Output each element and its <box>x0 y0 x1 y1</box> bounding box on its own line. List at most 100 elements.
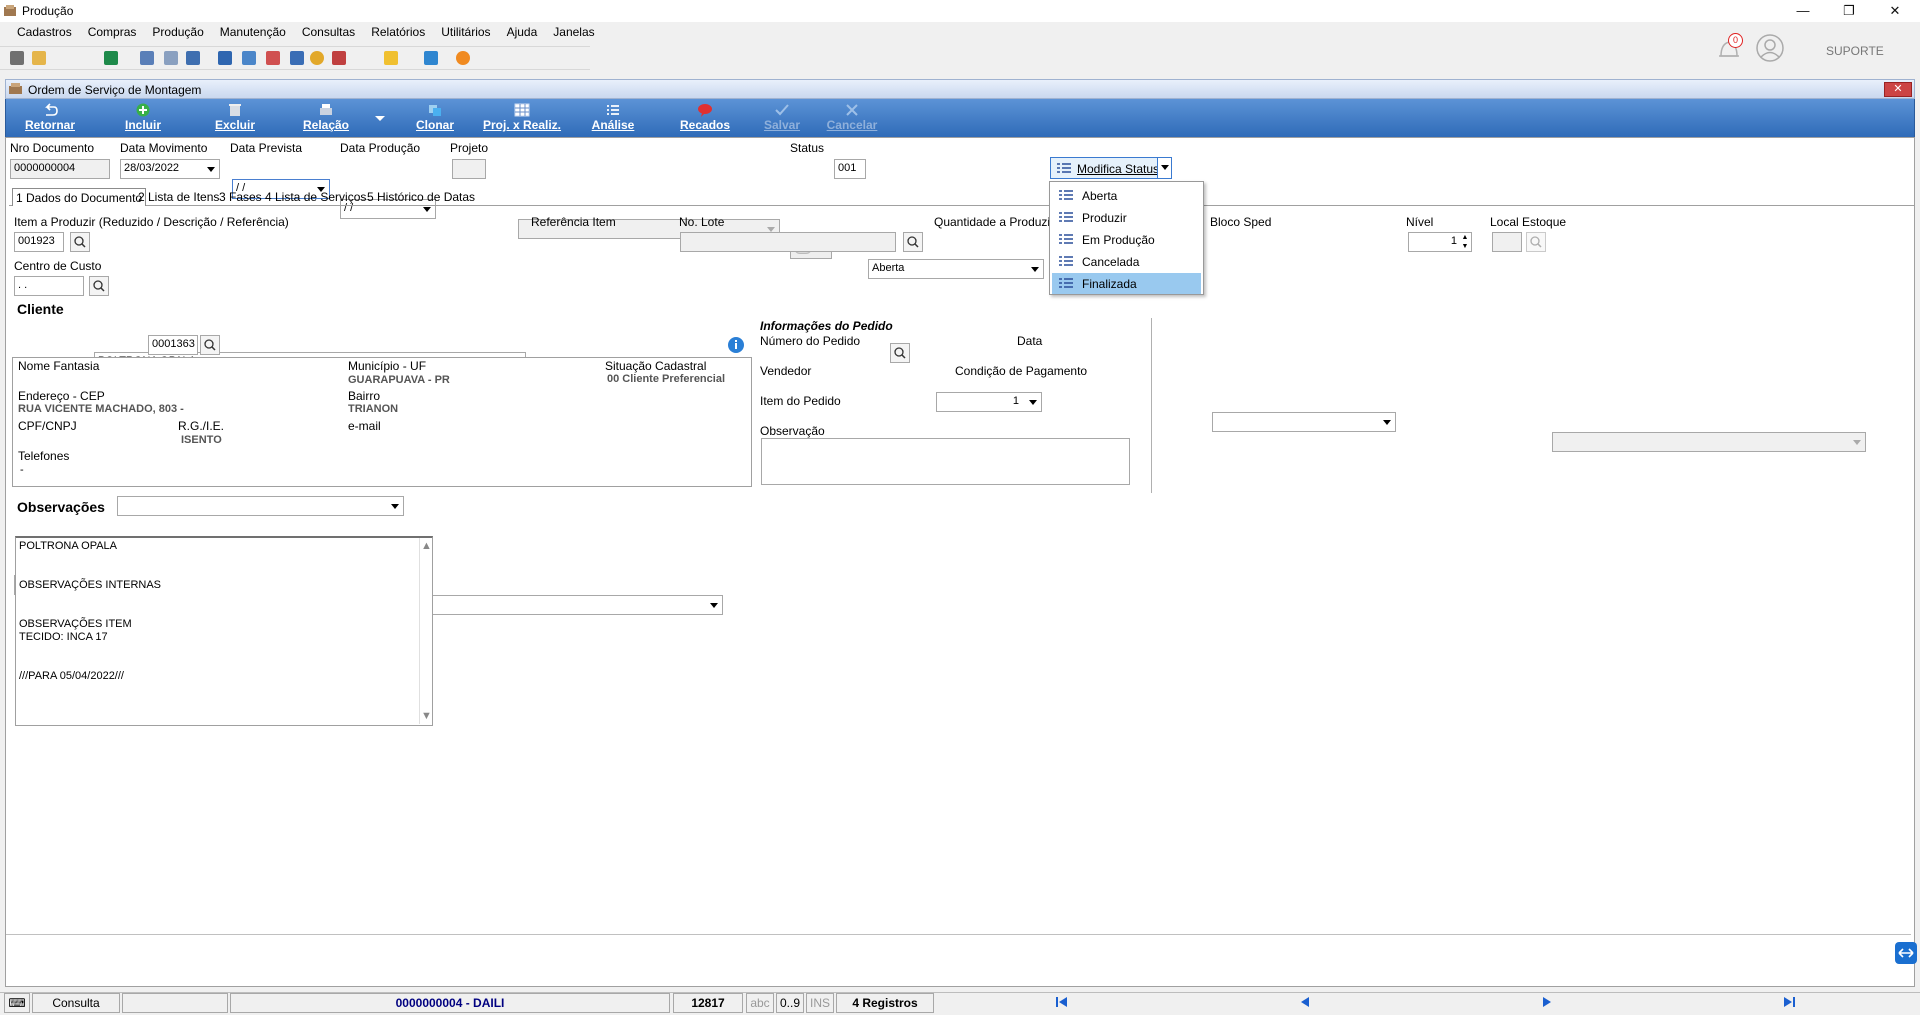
pedido-observacao-field[interactable] <box>761 438 1130 485</box>
nivel-spinner[interactable]: ▲ ▼ <box>1460 233 1470 251</box>
observacoes-title: Observações <box>17 499 105 515</box>
menu-manutencao[interactable]: Manutenção <box>220 25 286 39</box>
clonar-button[interactable]: Clonar <box>414 103 456 135</box>
tab-lista-servicos[interactable]: 4 Lista de Serviços <box>262 188 369 206</box>
remote-support-icon[interactable] <box>1895 942 1917 964</box>
close-button[interactable]: ✕ <box>1872 0 1918 22</box>
calendar-icon[interactable] <box>186 51 200 65</box>
status-option-aberta[interactable]: Aberta <box>1052 185 1201 206</box>
report-icon[interactable] <box>140 51 154 65</box>
observacoes-textarea[interactable]: POLTRONA OPALA OBSERVAÇÕES INTERNAS OBSE… <box>15 536 433 726</box>
menu-cadastros[interactable]: Cadastros <box>17 25 72 39</box>
menu-utilitarios[interactable]: Utilitários <box>441 25 490 39</box>
calendar-30-icon[interactable] <box>266 51 280 65</box>
obs-scrollbar[interactable]: ▲ ▼ <box>419 538 432 724</box>
local-estoque-select[interactable] <box>1552 432 1866 452</box>
recados-button[interactable]: Recados <box>680 103 730 135</box>
calculator-icon[interactable] <box>242 51 256 65</box>
item-label: Item a Produzir (Reduzido / Descrição / … <box>14 215 289 229</box>
item-code-field[interactable]: 001923 <box>14 232 64 252</box>
last-record-icon[interactable] <box>1783 997 1795 1007</box>
pedido-search-button[interactable] <box>890 343 910 363</box>
table-icon[interactable] <box>218 51 232 65</box>
data-movimento-field[interactable]: 28/03/2022 <box>120 159 220 179</box>
quantidade-field[interactable]: 1 <box>936 392 1042 412</box>
data-prevista-label: Data Prevista <box>230 141 303 155</box>
info-icon[interactable] <box>727 336 745 354</box>
telefones-value: - <box>20 464 24 476</box>
nro-documento-field[interactable]: 0000000004 <box>10 159 110 179</box>
search-icon <box>907 236 919 248</box>
nome-fantasia-label: Nome Fantasia <box>18 359 100 373</box>
user-avatar-icon[interactable] <box>1755 33 1785 63</box>
local-estoque-code[interactable] <box>1492 232 1522 252</box>
status-select[interactable]: Aberta <box>868 259 1044 279</box>
projeto-code-field[interactable] <box>452 159 486 179</box>
inner-window-title: Ordem de Serviço de Montagem <box>28 83 202 97</box>
menu-producao[interactable]: Produção <box>152 25 203 39</box>
lote-search-button[interactable] <box>903 232 923 252</box>
menu-ajuda[interactable]: Ajuda <box>507 25 538 39</box>
keyboard-icon: ⌨ <box>4 993 30 1013</box>
print-icon[interactable] <box>164 51 178 65</box>
menu-compras[interactable]: Compras <box>88 25 137 39</box>
status-document: 0000000004 - DAILI <box>230 993 670 1013</box>
modifica-status-dropdown[interactable] <box>1157 158 1171 178</box>
bloco-sped-select[interactable] <box>1212 412 1396 432</box>
search-icon <box>74 236 86 248</box>
star-icon[interactable] <box>384 51 398 65</box>
status-option-finalizada[interactable]: Finalizada <box>1052 273 1201 294</box>
excluir-button[interactable]: Excluir <box>213 103 257 135</box>
status-option-em-producao[interactable]: Em Produção <box>1052 229 1201 250</box>
list-icon <box>1059 190 1073 200</box>
menu-consultas[interactable]: Consultas <box>302 25 355 39</box>
tab-historico-datas[interactable]: 5 Histórico de Datas <box>364 188 478 206</box>
tab-lista-itens[interactable]: 2 Lista de Itens <box>135 188 222 206</box>
item-search-button[interactable] <box>70 232 90 252</box>
restore-button[interactable]: ❐ <box>1826 0 1872 22</box>
previous-record-icon[interactable] <box>1300 997 1310 1007</box>
local-estoque-search-button[interactable] <box>1526 232 1546 252</box>
first-record-icon[interactable] <box>1056 997 1068 1007</box>
status-option-cancelada[interactable]: Cancelada <box>1052 251 1201 272</box>
folder-icon[interactable] <box>32 51 46 65</box>
analise-button[interactable]: Análise <box>590 103 636 135</box>
document-icon[interactable] <box>10 51 24 65</box>
quantidade-label: Quantidade a Produzir <box>934 215 1055 229</box>
email-label: e-mail <box>348 419 381 433</box>
centro-custo-select[interactable] <box>117 496 404 516</box>
menu-relatorios[interactable]: Relatórios <box>371 25 425 39</box>
cliente-search-button[interactable] <box>200 335 220 355</box>
endereco-label: Endereço - CEP <box>18 389 105 403</box>
status-option-produzir[interactable]: Produzir <box>1052 207 1201 228</box>
clock-icon[interactable] <box>310 51 324 65</box>
cancelar-button[interactable]: Cancelar <box>826 103 878 135</box>
status-code-field[interactable]: 001 <box>834 159 866 179</box>
gear-icon[interactable] <box>290 51 304 65</box>
proj-realiz-button[interactable]: Proj. x Realiz. <box>482 103 562 135</box>
cliente-code-field[interactable]: 0001363 <box>148 335 198 355</box>
cart-icon[interactable] <box>104 51 118 65</box>
next-record-icon[interactable] <box>1542 997 1552 1007</box>
info-icon[interactable] <box>424 51 438 65</box>
retornar-button[interactable]: Retornar <box>24 103 76 135</box>
inner-close-button[interactable]: ✕ <box>1884 82 1912 97</box>
relacao-button[interactable]: Relação <box>302 103 350 135</box>
endereco-value: RUA VICENTE MACHADO, 803 - <box>18 403 184 415</box>
incluir-button[interactable]: Incluir <box>122 103 164 135</box>
chart-icon[interactable] <box>332 51 346 65</box>
tab-dados-documento[interactable]: 1 Dados do Documento <box>12 188 147 206</box>
app-icon <box>4 5 16 16</box>
centro-custo-code[interactable]: . . <box>14 276 84 296</box>
relacao-dropdown-arrow[interactable] <box>375 116 385 122</box>
chat-bubble-icon <box>698 104 712 117</box>
power-icon[interactable] <box>456 51 470 65</box>
modifica-status-button[interactable]: Modifica Status <box>1050 157 1172 179</box>
municipio-label: Município - UF <box>348 359 427 373</box>
tab-fases[interactable]: 3 Fases <box>216 188 265 206</box>
minimize-button[interactable]: — <box>1780 0 1826 22</box>
salvar-button[interactable]: Salvar <box>762 103 802 135</box>
centro-custo-search-button[interactable] <box>89 276 109 296</box>
lote-field[interactable] <box>680 232 896 252</box>
menu-janelas[interactable]: Janelas <box>553 25 594 39</box>
